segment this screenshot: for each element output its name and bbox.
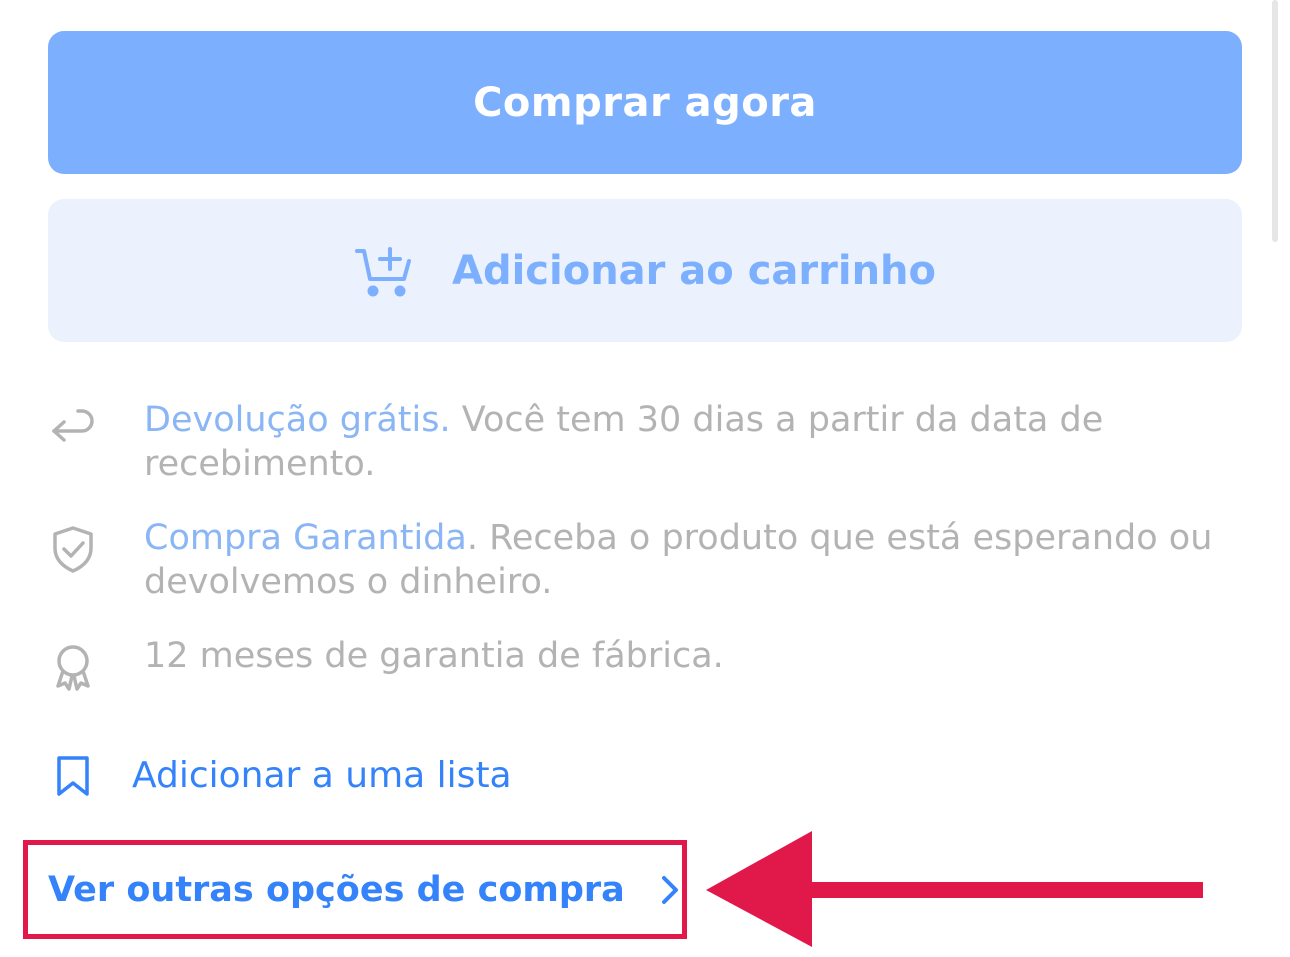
scrollbar[interactable] [1272,0,1278,242]
warranty-text: 12 meses de garantia de fábrica. [144,636,724,676]
shield-check-icon [53,526,93,573]
add-to-cart-label: Adicionar ao carrinho [451,247,937,294]
return-arrow-icon [52,409,94,442]
free-return-link[interactable]: Devolução grátis. [144,400,451,440]
cart-plus-icon [354,246,411,296]
other-purchase-options-link[interactable]: Ver outras opções de compra [48,862,685,918]
add-to-list-link[interactable]: Adicionar a uma lista [48,750,512,800]
add-to-cart-button[interactable]: Adicionar ao carrinho [48,199,1242,342]
bookmark-icon [57,756,89,796]
guaranteed-purchase-link[interactable]: Compra Garantida [144,518,467,558]
chevron-right-icon [661,876,678,904]
benefit-warranty: 12 meses de garantia de fábrica. [48,634,1248,692]
add-to-list-label: Adicionar a uma lista [132,754,512,796]
benefit-guaranteed-purchase: Compra Garantida. Receba o produto que e… [48,516,1248,604]
benefit-free-return: Devolução grátis. Você tem 30 dias a par… [48,398,1248,486]
annotation-arrow [706,831,1203,947]
purchase-panel: Comprar agora Adicionar ao carrinho Devo… [0,0,1290,957]
other-purchase-options-label: Ver outras opções de compra [48,870,625,910]
award-ribbon-icon [56,645,90,691]
buy-now-button[interactable]: Comprar agora [48,31,1242,174]
